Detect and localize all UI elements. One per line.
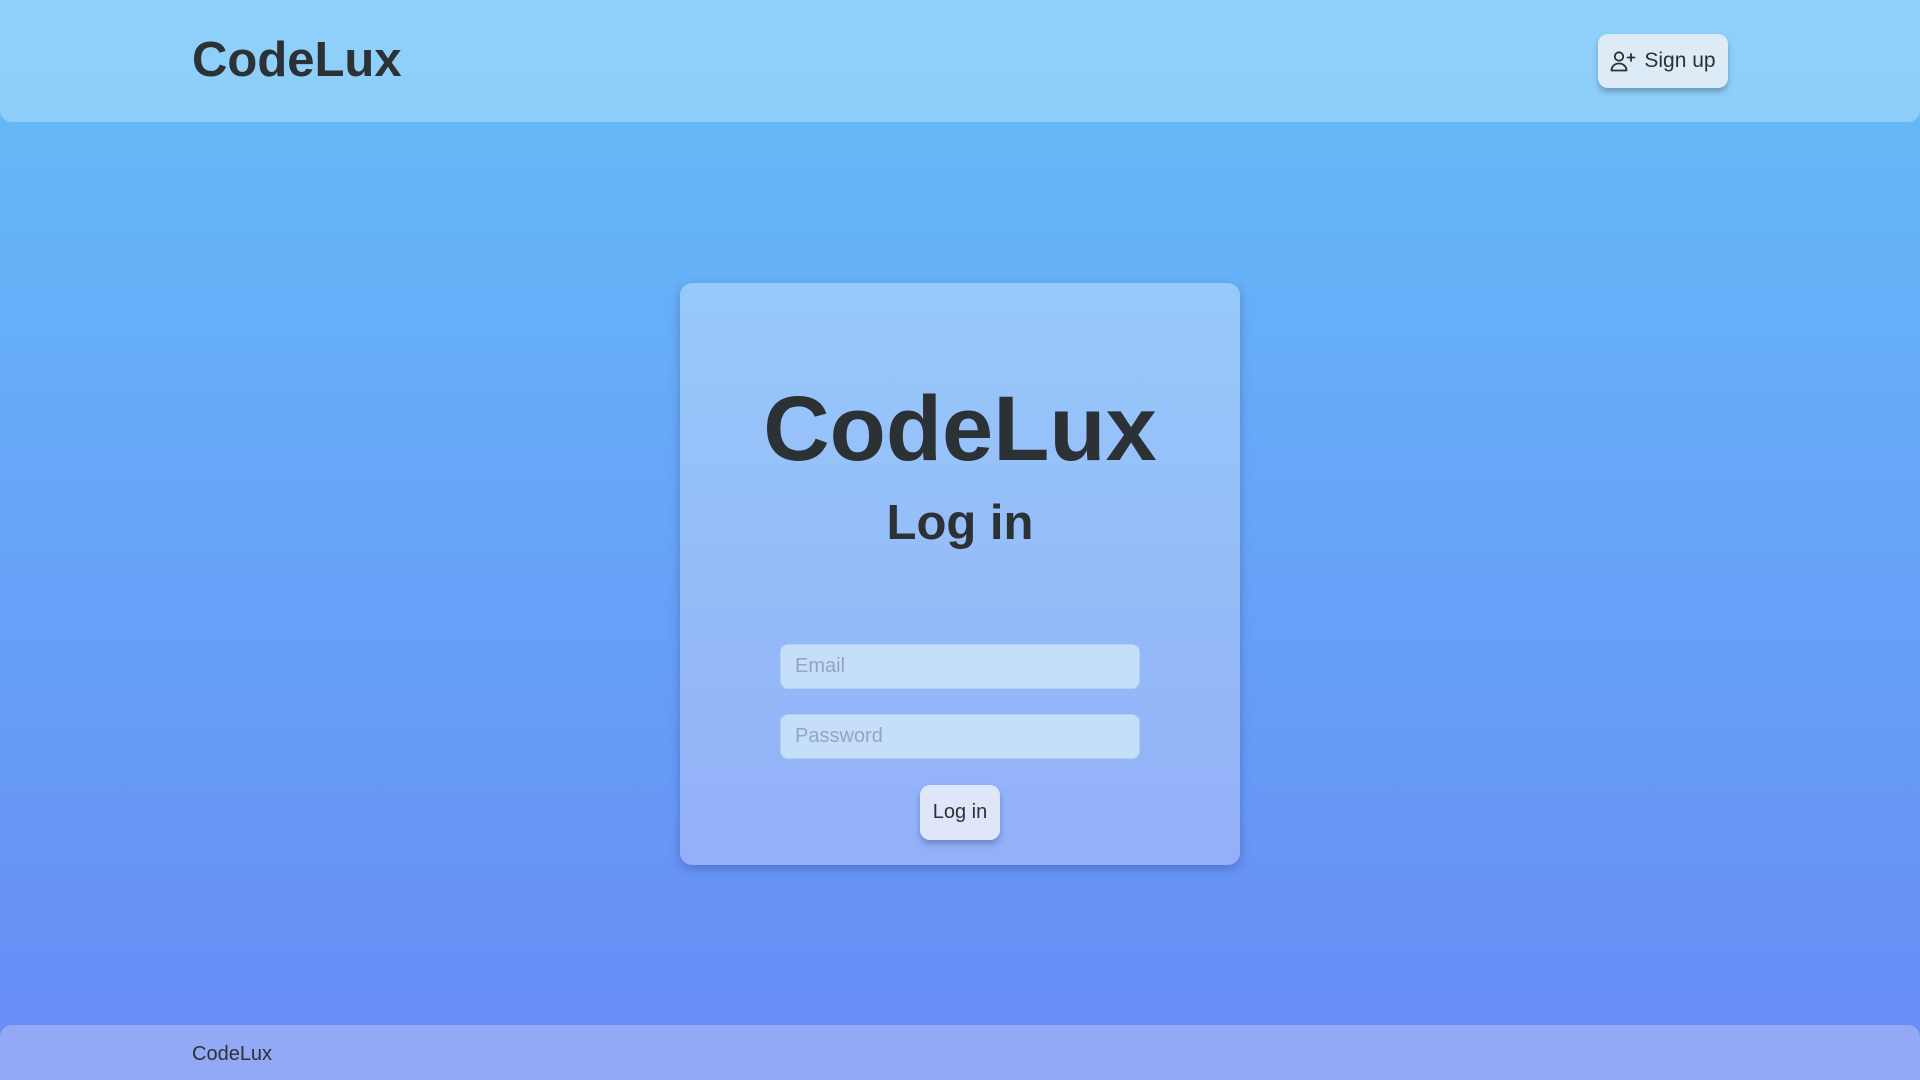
- login-title: Log in: [886, 496, 1034, 550]
- login-button[interactable]: Log in: [920, 785, 1000, 840]
- footer: CodeLux: [0, 1025, 1920, 1080]
- top-navbar: CodeLux Sign up: [0, 0, 1920, 122]
- email-field[interactable]: [780, 644, 1140, 689]
- header-brand[interactable]: CodeLux: [192, 30, 402, 90]
- user-plus-icon: [1610, 50, 1636, 72]
- footer-brand: CodeLux: [192, 1043, 273, 1065]
- signup-button[interactable]: Sign up: [1598, 34, 1728, 88]
- login-card-brand: CodeLux: [763, 378, 1157, 480]
- password-field[interactable]: [780, 714, 1140, 759]
- login-card: CodeLux Log in Log in: [680, 283, 1240, 865]
- signup-label: Sign up: [1644, 49, 1716, 72]
